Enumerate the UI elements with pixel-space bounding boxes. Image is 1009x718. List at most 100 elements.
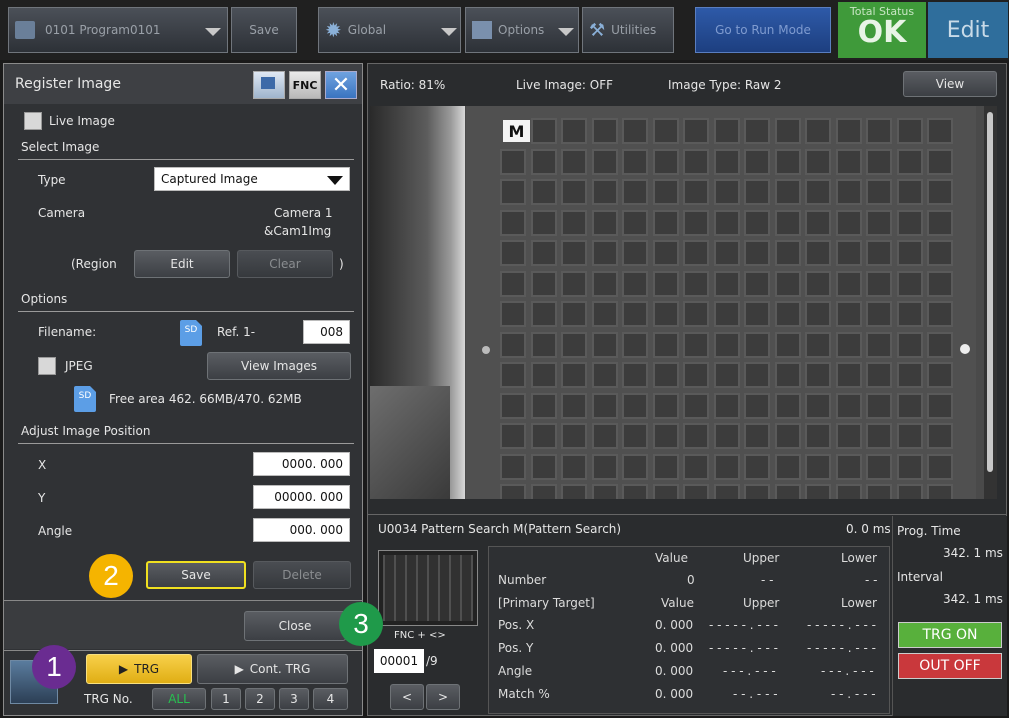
number-upper: - -: [761, 573, 774, 587]
tray-pocket: [652, 423, 679, 449]
col-header-lower: Lower: [841, 551, 877, 565]
edit-mode-button[interactable]: Edit: [928, 2, 1008, 58]
save-button[interactable]: Save: [231, 7, 297, 53]
tray-pocket: [835, 179, 862, 205]
divider: [368, 514, 1006, 515]
annotation-step-1-label: 1: [46, 651, 62, 682]
save-label: Save: [249, 23, 279, 37]
result-thumbnail[interactable]: [378, 550, 478, 626]
tray-pocket: [713, 209, 740, 236]
divider: [18, 159, 354, 160]
sd-card-label: SD: [78, 391, 92, 401]
tray-pocket: [866, 362, 892, 388]
view-button[interactable]: View: [903, 71, 997, 97]
prev-button[interactable]: <: [390, 684, 424, 710]
options-menu[interactable]: Options: [465, 7, 579, 53]
tray-pocket: [774, 240, 801, 266]
tray-pocket: [683, 209, 709, 236]
run-mode-button[interactable]: Go to Run Mode: [695, 7, 831, 53]
tray-pocket: [835, 301, 862, 327]
row-upper: - - - - - . - - -: [709, 618, 778, 632]
trg-4-button[interactable]: 4: [313, 688, 348, 710]
tray-pocket: [530, 423, 557, 449]
scrollbar-vertical[interactable]: [984, 106, 997, 499]
tray-pocket: [835, 118, 862, 144]
tool-name: U0034 Pattern Search M(Pattern Search): [378, 522, 622, 536]
tray-pocket: [927, 148, 953, 175]
program-select[interactable]: 0101 Program0101: [8, 7, 228, 53]
tray-pocket: [744, 240, 770, 266]
primary-target-label: [Primary Target]: [498, 596, 595, 610]
col-header-upper: Upper: [743, 596, 780, 610]
tray-pocket: [744, 392, 770, 419]
tray-pocket: [530, 362, 557, 388]
tools-icon: ⚒: [589, 19, 606, 41]
tray-pocket: [774, 331, 801, 358]
program-icon: [15, 21, 35, 39]
type-dropdown[interactable]: Captured Image: [154, 167, 350, 191]
scrollbar-thumb[interactable]: [987, 112, 993, 472]
tray-pocket: [530, 301, 557, 327]
tray-pocket: [713, 392, 740, 419]
tray-pocket: [835, 453, 862, 480]
ref-number-input[interactable]: 008: [303, 320, 350, 344]
trg-1-button[interactable]: 1: [211, 688, 241, 710]
fnc-button[interactable]: FNC: [289, 71, 321, 99]
angle-input[interactable]: 000. 000: [253, 518, 350, 542]
tray-pocket: [652, 331, 679, 358]
tray-pocket: [713, 270, 740, 297]
global-menu[interactable]: ✹ Global: [318, 7, 461, 53]
cont-trg-button[interactable]: ▶ Cont. TRG: [197, 654, 348, 684]
tray-pocket: [866, 484, 892, 499]
region-clear-button[interactable]: Clear: [237, 250, 333, 278]
trg-on-indicator: TRG ON: [898, 622, 1002, 648]
tray-pocket: [713, 118, 740, 144]
result-counter[interactable]: 00001: [374, 649, 424, 673]
camera-image[interactable]: M: [370, 106, 997, 499]
close-x-button[interactable]: ✕: [325, 71, 357, 99]
x-position-input[interactable]: 0000. 000: [253, 452, 350, 476]
delete-button[interactable]: Delete: [253, 561, 351, 589]
region-paren: ): [339, 257, 344, 271]
close-button[interactable]: Close: [244, 611, 346, 641]
thumbnail-grid: [383, 555, 473, 621]
tray-pocket: [866, 148, 892, 175]
tray-pocket: [683, 392, 709, 419]
row-value: 0. 000: [655, 664, 694, 678]
trg-button[interactable]: ▶ TRG: [86, 654, 192, 684]
y-position-input[interactable]: 00000. 000: [253, 485, 350, 509]
tray-pocket: [835, 148, 862, 175]
tray-pocket: [622, 331, 648, 358]
live-image-checkbox[interactable]: [24, 112, 42, 130]
view-images-button[interactable]: View Images: [207, 352, 351, 380]
tray-pocket: [774, 148, 801, 175]
tray-pocket: [774, 270, 801, 297]
next-button[interactable]: >: [426, 684, 460, 710]
y-value: 00000. 000: [274, 490, 343, 504]
tray-pocket: [866, 240, 892, 266]
camera-image-name: &Cam1Img: [264, 224, 332, 238]
out-off-label: OUT OFF: [919, 658, 981, 674]
region-edit-button[interactable]: Edit: [134, 250, 230, 278]
trg-all-button[interactable]: ALL: [152, 688, 206, 710]
jpeg-checkbox[interactable]: [38, 357, 56, 375]
tray-pocket: [683, 484, 709, 499]
row-upper: - - - - - . - - -: [709, 641, 778, 655]
tray-pocket: [591, 270, 618, 297]
trg-3-button[interactable]: 3: [279, 688, 309, 710]
tray-pocket: [622, 392, 648, 419]
image-save-button[interactable]: Save: [146, 561, 246, 589]
tray-pocket: [805, 392, 831, 419]
dialog-title: Register Image: [15, 76, 121, 92]
utilities-menu[interactable]: ⚒ Utilities: [582, 7, 674, 53]
tray-grid: [500, 118, 953, 499]
type-label: Type: [38, 173, 66, 187]
tray-pocket: [561, 301, 587, 327]
tray-pocket: [561, 148, 587, 175]
tray-pocket: [896, 240, 923, 266]
sd-card-icon: SD: [180, 320, 202, 346]
touch-icon-button[interactable]: [253, 71, 285, 99]
trg-2-button[interactable]: 2: [245, 688, 275, 710]
tray-pocket: [927, 240, 953, 266]
tray-pocket: [866, 209, 892, 236]
